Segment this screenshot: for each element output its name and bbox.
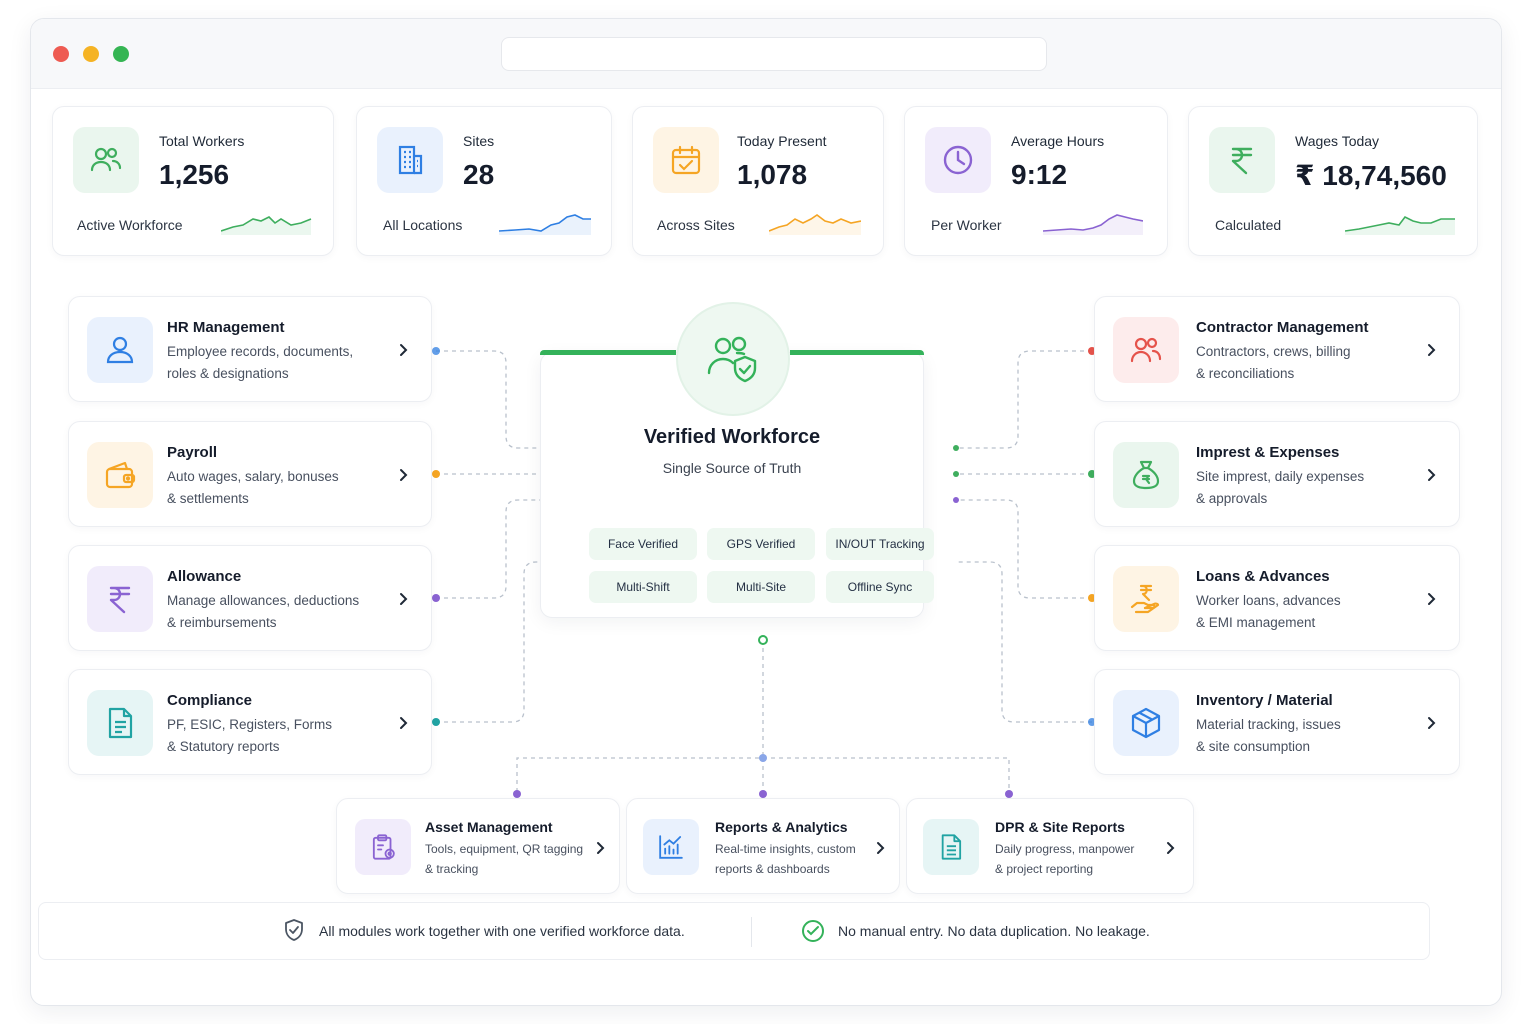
- module-loans-advances[interactable]: Loans & Advances Worker loans, advances …: [1094, 545, 1460, 651]
- module-title: Reports & Analytics: [715, 819, 848, 835]
- user-shield-icon: [676, 302, 790, 416]
- accent-bar: [540, 350, 676, 355]
- module-title: Loans & Advances: [1196, 568, 1330, 585]
- module-title: Allowance: [167, 568, 242, 585]
- module-description: Tools, equipment, QR tagging: [425, 842, 584, 856]
- module-description: Material tracking, issues: [1196, 717, 1341, 732]
- module-description: Manage allowances, deductions: [167, 593, 360, 608]
- shield-check-icon: [285, 919, 303, 941]
- divider: [751, 917, 752, 947]
- module-description: & EMI management: [1196, 615, 1316, 630]
- module-description: Employee records, documents,: [167, 344, 354, 359]
- module-contractor-management[interactable]: Contractor Management Contractors, crews…: [1094, 296, 1460, 402]
- feature-badge: Face Verified: [589, 528, 697, 560]
- module-description: Contractors, crews, billing: [1196, 344, 1351, 359]
- module-description: PF, ESIC, Registers, Forms: [167, 717, 333, 732]
- bar-chart-icon: [643, 819, 699, 875]
- feature-badge: Multi-Shift: [589, 571, 697, 603]
- chevron-right-icon[interactable]: [396, 592, 410, 606]
- hand-coin-icon: [1113, 566, 1179, 632]
- people-icon: [1113, 317, 1179, 383]
- module-asset-management[interactable]: Asset Management Tools, equipment, QR ta…: [336, 798, 620, 894]
- chevron-right-icon[interactable]: [1163, 841, 1177, 855]
- chevron-right-icon[interactable]: [1424, 592, 1438, 606]
- footer-message-right: No manual entry. No data duplication. No…: [838, 923, 1150, 939]
- center-subtitle: Single Source of Truth: [662, 460, 802, 476]
- document-icon: [87, 690, 153, 756]
- user-icon: [87, 317, 153, 383]
- module-description: & Statutory reports: [167, 739, 280, 754]
- accent-bar: [790, 350, 924, 355]
- module-title: HR Management: [167, 319, 285, 336]
- module-reports-analytics[interactable]: Reports & Analytics Real-time insights, …: [626, 798, 900, 894]
- module-description: & tracking: [425, 862, 479, 876]
- rupee-icon: [87, 566, 153, 632]
- module-title: Imprest & Expenses: [1196, 444, 1340, 461]
- module-title: Contractor Management: [1196, 319, 1369, 336]
- module-description: roles & designations: [167, 366, 289, 381]
- chevron-right-icon[interactable]: [1424, 343, 1438, 357]
- module-inventory-material[interactable]: Inventory / Material Material tracking, …: [1094, 669, 1460, 775]
- footer-message-left: All modules work together with one verif…: [319, 923, 685, 939]
- feature-badge: IN/OUT Tracking: [826, 528, 934, 560]
- chevron-right-icon[interactable]: [1424, 716, 1438, 730]
- module-description: Real-time insights, custom: [715, 842, 856, 856]
- module-description: Daily progress, manpower: [995, 842, 1135, 856]
- module-imprest-expenses[interactable]: Imprest & Expenses Site imprest, daily e…: [1094, 421, 1460, 527]
- module-payroll[interactable]: Payroll Auto wages, salary, bonuses & se…: [68, 421, 432, 527]
- check-circle-icon: [802, 920, 824, 942]
- module-title: Payroll: [167, 444, 218, 461]
- module-description: & reconciliations: [1196, 366, 1295, 381]
- center-title: Verified Workforce: [643, 426, 821, 448]
- module-description: & settlements: [167, 491, 249, 506]
- chevron-right-icon[interactable]: [396, 716, 410, 730]
- module-description: Auto wages, salary, bonuses: [167, 469, 339, 484]
- module-hr-management[interactable]: HR Management Employee records, document…: [68, 296, 432, 402]
- module-allowance[interactable]: Allowance Manage allowances, deductions …: [68, 545, 432, 651]
- module-title: Compliance: [167, 692, 253, 709]
- module-description: reports & dashboards: [715, 862, 830, 876]
- module-title: Inventory / Material: [1196, 692, 1333, 709]
- module-dpr-site-reports[interactable]: DPR & Site Reports Daily progress, manpo…: [906, 798, 1194, 894]
- feature-badge: Offline Sync: [826, 571, 934, 603]
- feature-badge: Multi-Site: [707, 571, 815, 603]
- module-description: & reimbursements: [167, 615, 277, 630]
- module-description: & approvals: [1196, 491, 1268, 506]
- module-description: & site consumption: [1196, 739, 1311, 754]
- module-title: Asset Management: [425, 819, 553, 835]
- chevron-right-icon[interactable]: [873, 841, 887, 855]
- chevron-right-icon[interactable]: [593, 841, 607, 855]
- feature-badge: GPS Verified: [707, 528, 815, 560]
- wallet-icon: [87, 442, 153, 508]
- file-report-icon: [923, 819, 979, 875]
- chevron-right-icon[interactable]: [396, 343, 410, 357]
- module-compliance[interactable]: Compliance PF, ESIC, Registers, Forms & …: [68, 669, 432, 775]
- clipboard-gear-icon: [355, 819, 411, 875]
- box-icon: [1113, 690, 1179, 756]
- module-description: & project reporting: [995, 862, 1094, 876]
- money-bag-icon: [1113, 442, 1179, 508]
- chevron-right-icon[interactable]: [1424, 468, 1438, 482]
- module-description: Worker loans, advances: [1196, 593, 1341, 608]
- chevron-right-icon[interactable]: [396, 468, 410, 482]
- module-title: DPR & Site Reports: [995, 819, 1125, 835]
- footer-banner: All modules work together with one verif…: [38, 902, 1430, 960]
- module-description: Site imprest, daily expenses: [1196, 469, 1365, 484]
